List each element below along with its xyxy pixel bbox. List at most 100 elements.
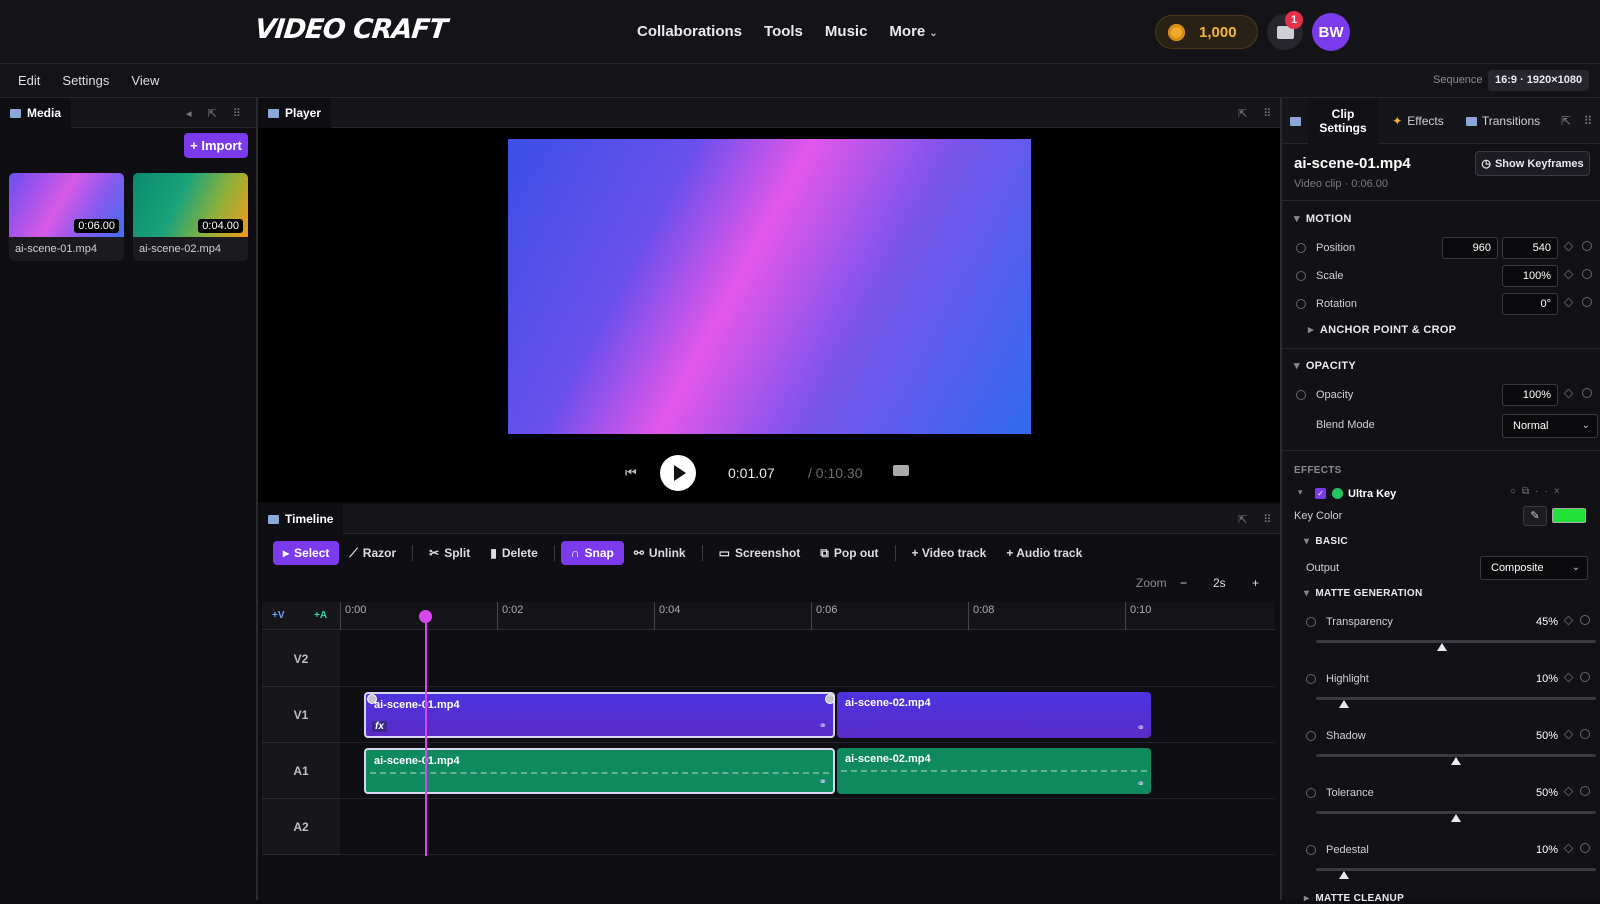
- rotation-input[interactable]: 0°: [1502, 293, 1558, 315]
- pop-out-button[interactable]: ⧉ Pop out: [810, 541, 888, 565]
- reset-icon[interactable]: [1582, 241, 1592, 251]
- slider-thumb[interactable]: [1339, 871, 1349, 879]
- stopwatch-icon[interactable]: [1306, 845, 1316, 855]
- import-button[interactable]: + Import: [184, 133, 248, 158]
- tab-media[interactable]: Media: [0, 98, 72, 128]
- matte-cleanup-header[interactable]: ▸ MATTE CLEANUP: [1304, 893, 1404, 904]
- stopwatch-icon[interactable]: [1296, 390, 1306, 400]
- menu-settings[interactable]: Settings: [62, 73, 109, 88]
- reset-icon[interactable]: [1580, 843, 1590, 853]
- clip-audio-scene-01[interactable]: ai-scene-01.mp4 ⚭: [364, 748, 835, 794]
- slider-thumb[interactable]: [1437, 643, 1447, 651]
- expand-icon[interactable]: ⇱: [1238, 513, 1247, 526]
- tab-effects[interactable]: ✦ Effects: [1382, 98, 1454, 144]
- media-item[interactable]: 0:04.00 ai-scene-02.mp4: [133, 173, 248, 261]
- slider-value[interactable]: 45%: [1536, 616, 1558, 628]
- video-preview[interactable]: [508, 139, 1031, 434]
- reset-icon[interactable]: [1582, 388, 1592, 398]
- playhead[interactable]: [425, 612, 427, 856]
- keyframe-icon[interactable]: [1563, 843, 1574, 854]
- split-button[interactable]: ✂ Split: [419, 541, 480, 565]
- play-button[interactable]: [660, 455, 696, 491]
- add-audio-track-button[interactable]: + Audio track: [996, 541, 1092, 565]
- expand-icon[interactable]: ⇱: [1556, 98, 1576, 144]
- reset-icon[interactable]: [1582, 269, 1592, 279]
- add-video-track-button[interactable]: + Video track: [902, 541, 997, 565]
- fx-badge[interactable]: fx: [372, 721, 387, 732]
- menu-view[interactable]: View: [131, 73, 159, 88]
- media-item[interactable]: 0:06.00 ai-scene-01.mp4: [9, 173, 124, 261]
- nav-collaborations[interactable]: Collaborations: [637, 23, 742, 40]
- slider-value[interactable]: 10%: [1536, 673, 1558, 685]
- position-y-input[interactable]: 540: [1502, 237, 1558, 259]
- tab-transitions[interactable]: Transitions: [1458, 98, 1548, 144]
- keyframe-icon[interactable]: [1563, 729, 1574, 740]
- slider-thumb[interactable]: [1339, 700, 1349, 708]
- output-select[interactable]: Composite ⌄: [1480, 556, 1588, 580]
- reset-icon[interactable]: [1580, 672, 1590, 682]
- stopwatch-icon[interactable]: [1306, 674, 1316, 684]
- camera-icon[interactable]: [893, 465, 909, 476]
- expand-icon[interactable]: ⇱: [1238, 107, 1247, 120]
- chevron-down-icon[interactable]: ▾: [1298, 487, 1303, 498]
- collapse-icon[interactable]: ◂: [186, 107, 192, 120]
- show-keyframes-button[interactable]: ◷ Show Keyframes: [1475, 151, 1590, 176]
- track-label-v1[interactable]: V1: [262, 687, 340, 743]
- trim-handle-start[interactable]: [367, 694, 377, 704]
- stopwatch-icon[interactable]: [1306, 617, 1316, 627]
- clip-audio-scene-02[interactable]: ai-scene-02.mp4 ⚭: [837, 748, 1151, 794]
- clip-video-scene-01[interactable]: ai-scene-01.mp4 fx ⚭: [364, 692, 835, 738]
- effect-enabled-checkbox[interactable]: ✓: [1315, 488, 1326, 499]
- keyframe-icon[interactable]: [1563, 672, 1574, 683]
- stopwatch-icon[interactable]: [1296, 243, 1306, 253]
- motion-section-header[interactable]: ▾ MOTION: [1294, 212, 1352, 225]
- screenshot-button[interactable]: ▭ Screenshot: [709, 541, 811, 565]
- effect-actions[interactable]: ○⧉··×: [1510, 486, 1566, 497]
- basic-section-header[interactable]: ▾ BASIC: [1304, 536, 1348, 547]
- playhead-handle[interactable]: [419, 610, 432, 623]
- keyframe-icon[interactable]: [1563, 297, 1574, 308]
- position-x-input[interactable]: 960: [1442, 237, 1498, 259]
- key-color-swatch[interactable]: [1552, 508, 1586, 523]
- drag-handle-icon[interactable]: ⠿: [1578, 98, 1598, 144]
- track-v2[interactable]: [340, 631, 1275, 687]
- add-video-track-small[interactable]: +V: [272, 610, 285, 621]
- reset-icon[interactable]: [1582, 297, 1592, 307]
- delete-button[interactable]: ▮ Delete: [480, 541, 548, 565]
- track-a2[interactable]: [340, 799, 1275, 855]
- slider-value[interactable]: 50%: [1536, 787, 1558, 799]
- nav-music[interactable]: Music: [825, 23, 868, 40]
- slider-value[interactable]: 50%: [1536, 730, 1558, 742]
- unlink-button[interactable]: ⚯ Unlink: [624, 541, 696, 565]
- matte-generation-header[interactable]: ▾ MATTE GENERATION: [1304, 588, 1423, 599]
- reset-icon[interactable]: [1580, 615, 1590, 625]
- tab-player[interactable]: Player: [258, 98, 332, 128]
- keyframe-icon[interactable]: [1563, 269, 1574, 280]
- nav-tools[interactable]: Tools: [764, 23, 803, 40]
- trim-handle-end[interactable]: [825, 694, 835, 704]
- avatar[interactable]: BW: [1312, 13, 1350, 51]
- slider-track[interactable]: [1316, 868, 1596, 871]
- zoom-in-button[interactable]: +: [1252, 576, 1259, 590]
- app-logo[interactable]: VIDEO CRAFT: [253, 14, 448, 45]
- slider-track[interactable]: [1316, 697, 1596, 700]
- reset-icon[interactable]: [1580, 786, 1590, 796]
- clip-video-scene-02[interactable]: ai-scene-02.mp4 ⚭: [837, 692, 1151, 738]
- blend-mode-select[interactable]: Normal ⌄: [1502, 414, 1598, 438]
- menu-edit[interactable]: Edit: [18, 73, 40, 88]
- nav-more[interactable]: More ⌄: [889, 23, 937, 40]
- reset-icon[interactable]: [1580, 729, 1590, 739]
- slider-thumb[interactable]: [1451, 757, 1461, 765]
- stopwatch-icon[interactable]: [1296, 299, 1306, 309]
- tab-timeline[interactable]: Timeline: [258, 504, 344, 534]
- opacity-input[interactable]: 100%: [1502, 384, 1558, 406]
- select-tool-button[interactable]: ▸ Select: [273, 541, 340, 565]
- stopwatch-icon[interactable]: [1296, 271, 1306, 281]
- skip-start-icon[interactable]: ⏮: [625, 465, 637, 481]
- tab-clip-settings[interactable]: Clip Settings: [1308, 98, 1378, 144]
- slider-thumb[interactable]: [1451, 814, 1461, 822]
- coins-balance[interactable]: 1,000: [1155, 15, 1258, 49]
- anchor-crop-section-header[interactable]: ▸ ANCHOR POINT & CROP: [1308, 323, 1456, 336]
- keyframe-icon[interactable]: [1563, 241, 1574, 252]
- expand-icon[interactable]: ⇱: [208, 107, 217, 120]
